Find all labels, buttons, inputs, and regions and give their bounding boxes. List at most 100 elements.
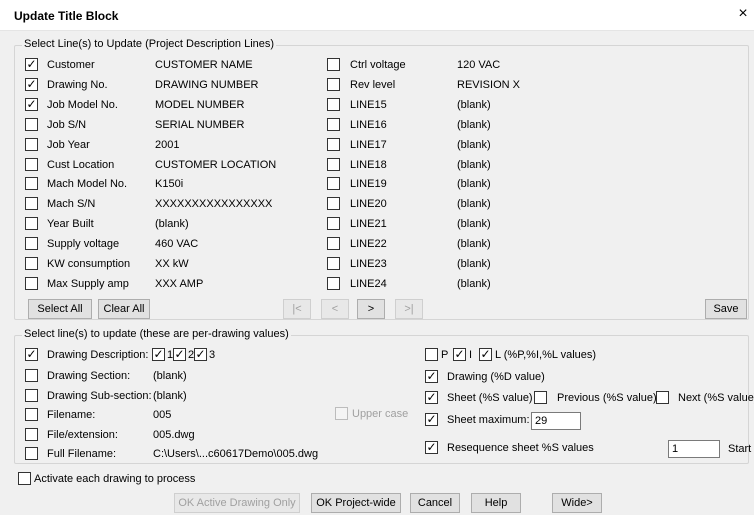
project-line-9-checkbox[interactable] <box>25 217 38 231</box>
l-checkbox[interactable] <box>479 348 492 361</box>
drawing-description-checkbox[interactable] <box>25 348 38 361</box>
drawing-row-2-checkbox[interactable] <box>25 388 38 402</box>
project-line-23-value: (blank) <box>457 258 491 270</box>
next-label: Next (%S value) <box>678 392 754 404</box>
project-line-2-label: Drawing No. <box>47 78 108 91</box>
title-bar: Update Title Block × <box>0 0 754 31</box>
close-icon[interactable]: × <box>734 4 752 24</box>
drawing-lines-legend: Select line(s) to update (these are per-… <box>22 328 291 340</box>
project-line-20-label: LINE20 <box>350 198 387 211</box>
last-page-button[interactable]: >| <box>395 299 423 319</box>
project-line-8-checkbox[interactable] <box>25 197 38 211</box>
ok-project-wide-button[interactable]: OK Project-wide <box>311 493 401 513</box>
project-line-18-checkbox[interactable] <box>327 157 340 171</box>
project-line-10-label: Supply voltage <box>47 238 120 251</box>
project-line-7-label: Mach Model No. <box>47 178 128 191</box>
drawing-row-4-value: 005.dwg <box>153 428 195 441</box>
project-line-3-checkbox[interactable] <box>25 97 38 111</box>
project-line-24-checkbox[interactable] <box>327 276 340 290</box>
previous-checkbox[interactable] <box>534 391 547 404</box>
save-button[interactable]: Save <box>705 299 747 319</box>
p-label: P <box>441 349 449 361</box>
project-line-15-value: (blank) <box>457 98 491 111</box>
project-line-2-value: DRAWING NUMBER <box>155 78 259 91</box>
select-all-button[interactable]: Select All <box>28 299 92 319</box>
project-line-14-checkbox[interactable] <box>327 77 340 91</box>
project-line-6-value: CUSTOMER LOCATION <box>155 158 277 171</box>
drawing-row-1-value: (blank) <box>153 370 187 382</box>
project-line-12-checkbox[interactable] <box>25 276 38 290</box>
drawing-row-5-value: C:\Users\...c60617Demo\005.dwg <box>153 448 319 460</box>
project-line-10-value: 460 VAC <box>155 238 199 251</box>
project-line-22-checkbox[interactable] <box>327 237 340 251</box>
drawing-d-checkbox[interactable] <box>425 370 438 383</box>
project-line-11-checkbox[interactable] <box>25 257 38 270</box>
project-line-7-checkbox[interactable] <box>25 177 38 191</box>
drawing-row-1-checkbox[interactable] <box>25 369 38 382</box>
project-line-17-label: LINE17 <box>350 138 387 151</box>
project-line-5-label: Job Year <box>47 138 90 151</box>
project-line-23-label: LINE23 <box>350 258 387 270</box>
clear-all-button[interactable]: Clear All <box>98 299 150 319</box>
drawing-row-2-label: Drawing Sub-section: <box>47 389 152 402</box>
project-line-23-checkbox[interactable] <box>327 257 340 270</box>
drawing-row-4-checkbox[interactable] <box>25 427 38 441</box>
description-line-1-checkbox[interactable] <box>152 348 165 361</box>
project-line-19-label: LINE19 <box>350 178 387 191</box>
wide-button[interactable]: Wide> <box>552 493 602 513</box>
project-line-10-checkbox[interactable] <box>25 237 38 251</box>
next-checkbox[interactable] <box>656 391 669 404</box>
first-page-button[interactable]: |< <box>283 299 311 319</box>
resequence-checkbox[interactable] <box>425 441 438 454</box>
drawing-row-5-checkbox[interactable] <box>25 447 38 460</box>
description-line-2-checkbox[interactable] <box>173 348 186 361</box>
project-line-24-label: LINE24 <box>350 277 387 290</box>
project-lines-legend: Select Line(s) to Update (Project Descri… <box>22 38 277 50</box>
upper-case-checkbox[interactable] <box>335 407 348 420</box>
project-line-8-label: Mach S/N <box>47 198 96 211</box>
start-label: Start <box>728 443 752 455</box>
project-line-8-value: XXXXXXXXXXXXXXXX <box>155 198 273 211</box>
i-checkbox[interactable] <box>453 348 466 361</box>
prev-page-button[interactable]: < <box>321 299 349 319</box>
project-line-6-label: Cust Location <box>47 158 115 171</box>
project-line-13-checkbox[interactable] <box>327 58 340 71</box>
project-line-16-label: LINE16 <box>350 118 387 131</box>
project-line-20-value: (blank) <box>457 198 491 211</box>
project-line-1-label: Customer <box>47 59 95 71</box>
project-line-9-value: (blank) <box>155 218 189 231</box>
project-line-2-checkbox[interactable] <box>25 77 38 91</box>
window-title: Update Title Block <box>14 9 119 23</box>
drawing-description-label: Drawing Description: <box>47 349 149 361</box>
resequence-start-input[interactable]: 1 <box>668 440 720 458</box>
project-line-15-label: LINE15 <box>350 98 387 111</box>
next-page-button[interactable]: > <box>357 299 385 319</box>
project-line-12-label: Max Supply amp <box>47 277 129 290</box>
sheet-checkbox[interactable] <box>425 391 438 404</box>
sheet-max-input[interactable]: 29 <box>531 412 581 430</box>
project-line-4-checkbox[interactable] <box>25 117 38 131</box>
project-line-16-value: (blank) <box>457 118 491 131</box>
project-line-19-checkbox[interactable] <box>327 177 340 191</box>
project-line-13-label: Ctrl voltage <box>350 59 406 71</box>
project-line-6-checkbox[interactable] <box>25 157 38 171</box>
project-line-1-checkbox[interactable] <box>25 58 38 71</box>
project-line-17-checkbox[interactable] <box>327 137 340 151</box>
cancel-button[interactable]: Cancel <box>410 493 460 513</box>
project-line-5-checkbox[interactable] <box>25 137 38 151</box>
description-line-3-checkbox[interactable] <box>194 348 207 361</box>
drawing-row-3-checkbox[interactable] <box>25 408 38 421</box>
project-line-21-checkbox[interactable] <box>327 217 340 231</box>
project-line-15-checkbox[interactable] <box>327 97 340 111</box>
project-line-18-value: (blank) <box>457 158 491 171</box>
sheet-max-checkbox[interactable] <box>425 413 438 426</box>
activate-checkbox[interactable] <box>18 472 31 485</box>
help-button[interactable]: Help <box>471 493 521 513</box>
sheet-label: Sheet (%S value) <box>447 392 533 404</box>
ok-active-drawing-button[interactable]: OK Active Drawing Only <box>174 493 300 513</box>
p-checkbox[interactable] <box>425 348 438 361</box>
project-line-9-label: Year Built <box>47 218 94 231</box>
drawing-row-1-label: Drawing Section: <box>47 370 131 382</box>
project-line-20-checkbox[interactable] <box>327 197 340 211</box>
project-line-16-checkbox[interactable] <box>327 117 340 131</box>
